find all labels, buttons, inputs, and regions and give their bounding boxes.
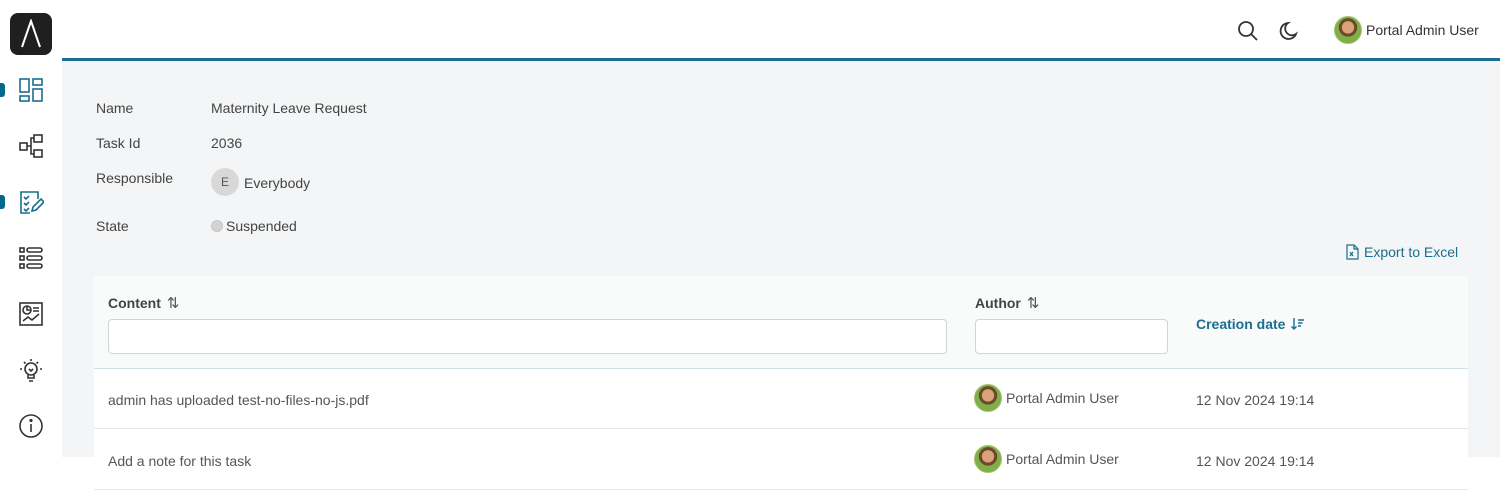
export-label: Export to Excel — [1364, 244, 1459, 260]
task-icon — [20, 191, 44, 214]
cell-content: admin has uploaded test-no-files-no-js.p… — [108, 392, 369, 408]
user-menu[interactable]: Portal Admin User — [1334, 15, 1479, 45]
table-row[interactable]: Add a note for this task Portal Admin Us… — [94, 430, 1468, 490]
responsible-label: Responsible — [96, 170, 174, 186]
name-value: Maternity Leave Request — [211, 100, 367, 116]
column-label-author: Author — [975, 295, 1021, 311]
sidebar-item-tasks[interactable] — [0, 182, 62, 222]
search-icon[interactable] — [1237, 20, 1259, 42]
user-name: Portal Admin User — [1366, 22, 1479, 38]
task-id-value: 2036 — [211, 135, 243, 151]
cell-content: Add a note for this task — [108, 453, 252, 469]
lightbulb-icon — [20, 359, 42, 382]
logo-icon — [21, 19, 41, 48]
history-table: Content ⇅ Author ⇅ Creation date admin h… — [94, 276, 1468, 490]
list-icon — [19, 247, 43, 269]
responsible-value: Everybody — [244, 175, 311, 191]
avatar — [1334, 16, 1362, 44]
sort-icon: ⇅ — [1026, 295, 1040, 312]
content-filter-input[interactable] — [108, 319, 947, 354]
author-filter-input[interactable] — [975, 319, 1168, 354]
active-indicator — [0, 195, 5, 209]
sidebar-item-ideas[interactable] — [0, 350, 62, 390]
state-indicator — [211, 220, 223, 232]
active-indicator — [0, 83, 5, 97]
cell-creation-date: 12 Nov 2024 19:14 — [1196, 453, 1315, 469]
sidebar-item-cases[interactable] — [0, 238, 62, 278]
table-header: Content ⇅ Author ⇅ Creation date — [94, 276, 1468, 369]
sidebar-item-dashboard[interactable] — [0, 70, 62, 110]
column-label-content: Content — [108, 295, 161, 311]
state-label: State — [96, 218, 129, 234]
column-label-creation-date: Creation date — [1196, 316, 1286, 332]
table-row[interactable]: admin has uploaded test-no-files-no-js.p… — [94, 369, 1468, 429]
cell-creation-date: 12 Nov 2024 19:14 — [1196, 392, 1315, 408]
column-header-creation-date[interactable]: Creation date — [1196, 316, 1305, 332]
sidebar-item-processes[interactable] — [0, 126, 62, 166]
logo[interactable] — [10, 13, 52, 55]
top-header: Portal Admin User — [62, 0, 1500, 59]
author-name: Portal Admin User — [1006, 390, 1119, 406]
sort-descending-icon — [1291, 318, 1305, 330]
sidebar-item-statistics[interactable] — [0, 294, 62, 334]
sidebar-item-info[interactable] — [0, 406, 62, 446]
author-name: Portal Admin User — [1006, 451, 1119, 467]
column-header-content[interactable]: Content ⇅ — [108, 294, 179, 312]
state-value: Suspended — [226, 218, 297, 234]
statistics-icon — [19, 302, 43, 326]
sidebar — [0, 0, 62, 457]
column-header-author[interactable]: Author ⇅ — [975, 294, 1039, 312]
name-label: Name — [96, 100, 134, 116]
avatar — [974, 384, 1002, 412]
responsible-avatar: E — [211, 168, 239, 196]
moon-icon[interactable] — [1279, 20, 1301, 42]
task-details: Name Maternity Leave Request Task Id 203… — [62, 61, 1500, 490]
cell-author: Portal Admin User — [974, 384, 1119, 412]
excel-file-icon — [1346, 244, 1359, 260]
export-to-excel-link[interactable]: Export to Excel — [1345, 244, 1458, 260]
dashboard-icon — [19, 78, 43, 102]
avatar — [974, 445, 1002, 473]
sort-icon: ⇅ — [166, 295, 180, 312]
cell-author: Portal Admin User — [974, 445, 1119, 473]
info-icon — [19, 414, 43, 438]
task-id-label: Task Id — [96, 135, 141, 151]
process-icon — [19, 134, 43, 158]
